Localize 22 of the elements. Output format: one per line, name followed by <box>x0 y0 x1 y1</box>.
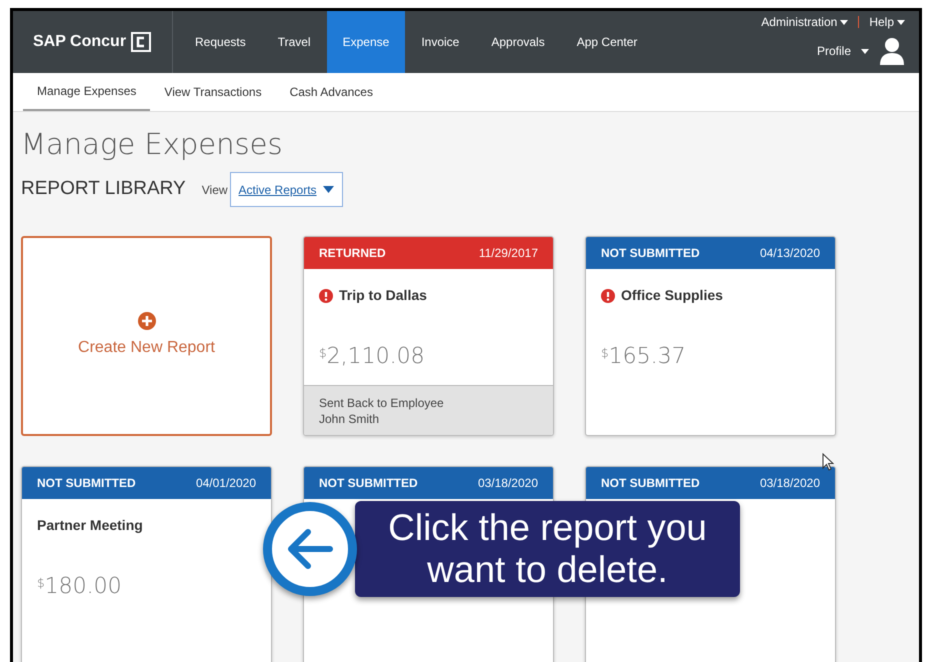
status-label: NOT SUBMITTED <box>319 475 418 492</box>
footer-text: John Smith <box>319 410 380 426</box>
view-label: View <box>202 182 228 198</box>
report-title: Office Supplies <box>621 286 723 305</box>
section-title: REPORT LIBRARY <box>21 177 186 202</box>
report-title: Trip to Dallas <box>339 286 427 305</box>
instruction-callout: Click the report you want to delete. <box>355 501 740 597</box>
footer-text: Sent Back to Employee <box>319 394 445 410</box>
report-title: Partner Meeting <box>37 516 143 535</box>
status-label: NOT SUBMITTED <box>601 475 700 492</box>
report-date: 03/18/2020 <box>478 475 538 492</box>
status-label: NOT SUBMITTED <box>37 475 136 492</box>
status-label: NOT SUBMITTED <box>601 245 700 262</box>
report-date: 03/18/2020 <box>760 475 820 492</box>
report-date: 11/29/2017 <box>478 245 538 262</box>
report-amount: $^{$}$2,110.08 <box>319 343 426 371</box>
report-amount: $^{$}$180.00 <box>37 573 123 601</box>
report-amount: $^{$}$165.37 <box>601 343 687 371</box>
report-date: 04/01/2020 <box>196 475 256 492</box>
report-date: 04/13/2020 <box>760 245 820 262</box>
status-label: RETURNED <box>319 245 386 262</box>
page-title: Manage Expenses <box>21 126 284 162</box>
